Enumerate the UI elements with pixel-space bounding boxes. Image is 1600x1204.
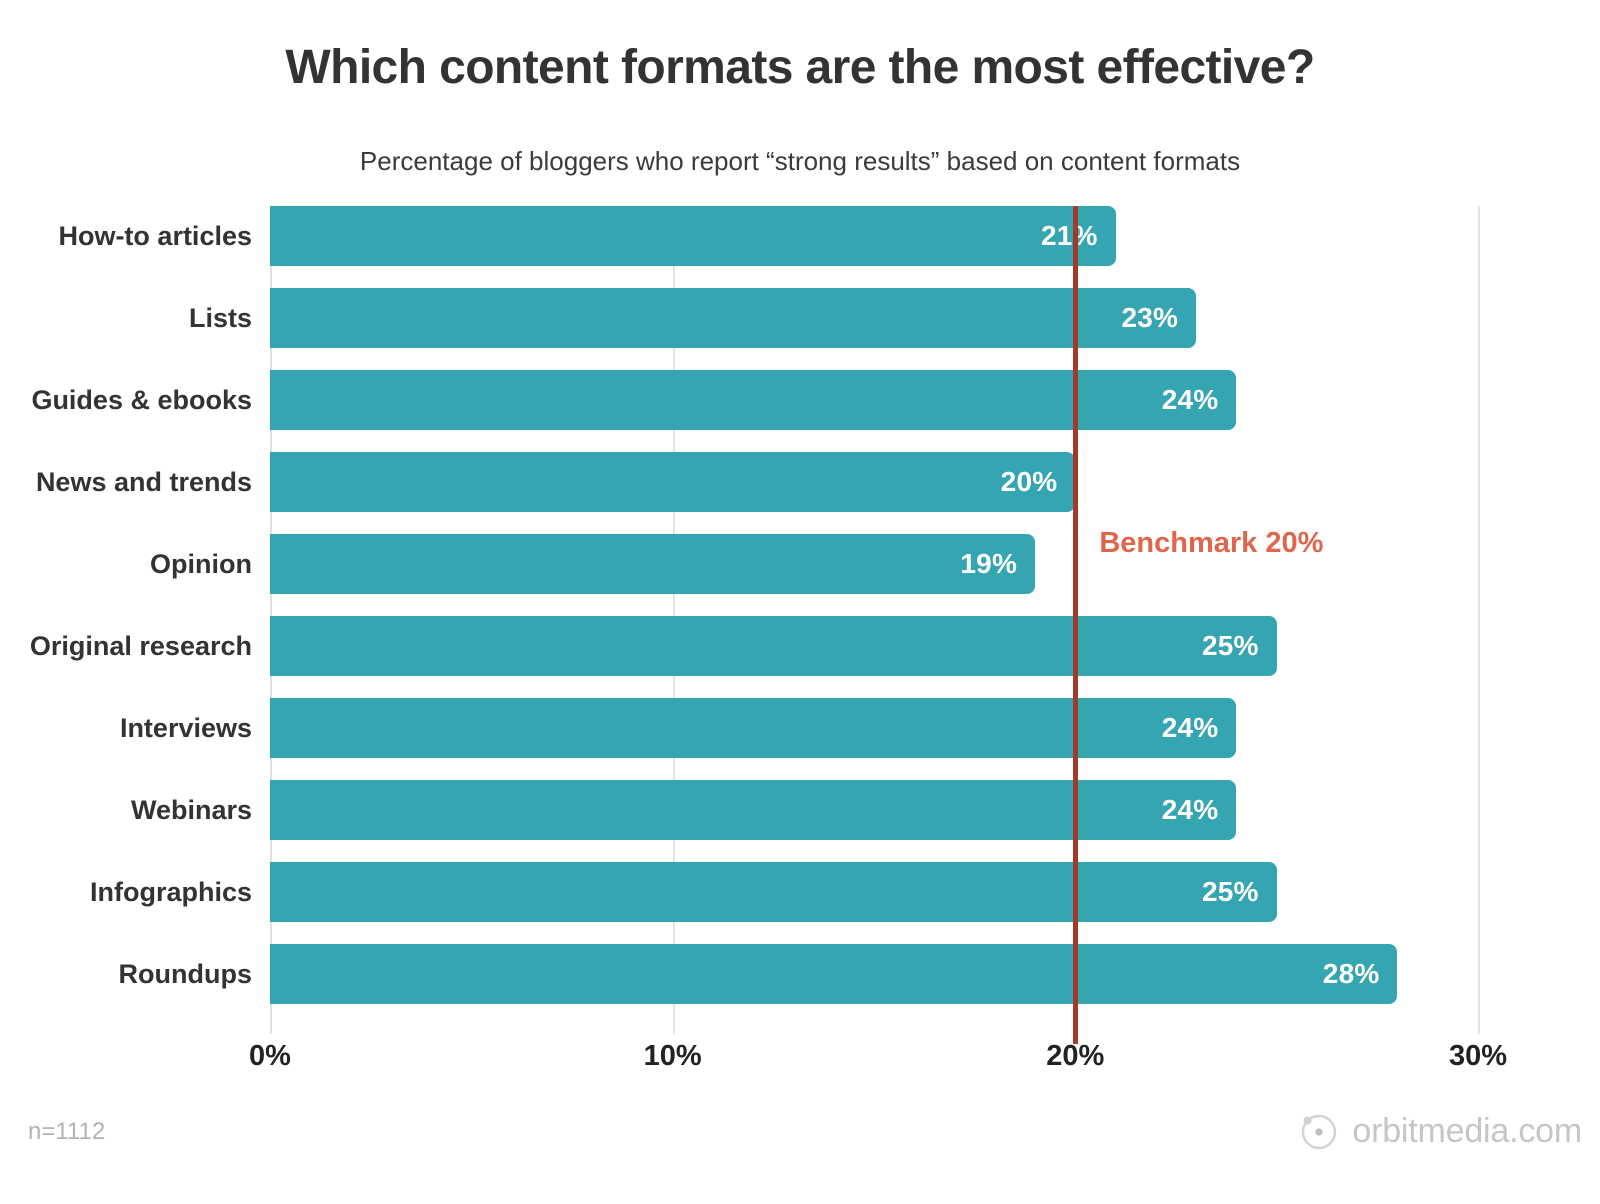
sample-size-note: n=1112 xyxy=(28,1118,106,1145)
y-axis-label-lists: Lists xyxy=(188,303,252,333)
benchmark-label: Benchmark 20% xyxy=(1099,527,1324,559)
bar-row: 28% xyxy=(270,944,1600,1004)
bar-row: 25% xyxy=(270,862,1600,922)
brand-logo: orbitmedia.com xyxy=(1296,1108,1582,1154)
bar-row: 20% xyxy=(270,452,1600,512)
bar[interactable]: 24% xyxy=(270,780,1237,840)
y-axis-label-infographics: Infographics xyxy=(89,877,252,907)
bar-value-label: 23% xyxy=(1121,302,1179,333)
x-axis-tick: 0% xyxy=(249,1040,291,1072)
x-axis-tick: 30% xyxy=(1448,1040,1508,1072)
bar[interactable]: 23% xyxy=(270,288,1197,348)
bar-value-label: 24% xyxy=(1161,794,1219,825)
y-axis-label-webinars: Webinars xyxy=(130,795,252,825)
y-axis-label-interviews: Interviews xyxy=(119,713,252,743)
bar-row: 19% xyxy=(270,534,1600,594)
y-axis-label-original-research: Original research xyxy=(29,631,252,661)
bar[interactable]: 19% xyxy=(270,534,1036,594)
bar-row: 25% xyxy=(270,616,1600,676)
x-axis-labels: 0% 10% 20% 30% xyxy=(0,1040,1600,1090)
bar-value-label: 25% xyxy=(1202,630,1259,661)
chart-subtitle: Percentage of bloggers who report “stron… xyxy=(359,146,1241,176)
bar-row: 24% xyxy=(270,698,1600,758)
y-axis-label-opinion: Opinion xyxy=(150,549,252,579)
orbit-logo-icon xyxy=(1296,1108,1342,1154)
bar[interactable]: 21% xyxy=(270,206,1116,266)
bar-row: 23% xyxy=(270,288,1600,348)
y-axis-label-roundups: Roundups xyxy=(118,959,252,989)
bar-row: 24% xyxy=(270,780,1600,840)
y-axis-label-news-and-trends: News and trends xyxy=(35,467,252,497)
x-axis-tick: 20% xyxy=(1046,1040,1105,1072)
bar-row: 24% xyxy=(270,370,1600,430)
bar-value-label: 19% xyxy=(960,548,1018,579)
bar[interactable]: 24% xyxy=(270,698,1237,758)
x-axis-tick: 10% xyxy=(643,1040,702,1072)
y-axis-labels: How-to articles Lists Guides & ebooks News … xyxy=(0,206,252,1034)
bar[interactable]: 24% xyxy=(270,370,1237,430)
page-title: Which content formats are the most effec… xyxy=(285,41,1315,94)
chart-canvas: Which content formats are the most effec… xyxy=(0,0,1600,1204)
benchmark-line xyxy=(1073,206,1079,1044)
bar-value-label: 24% xyxy=(1161,384,1219,415)
y-axis-label-guides-ebooks: Guides & ebooks xyxy=(31,385,252,415)
bar-series: 21% 23% 24% 20% 19% 25% 24% 24% 25% 28% xyxy=(270,206,1600,1034)
brand-name: orbitmedia.com xyxy=(1352,1112,1582,1150)
y-axis-label-how-to-articles: How-to articles xyxy=(58,221,252,251)
bar-value-label: 28% xyxy=(1322,958,1380,989)
bar-row: 21% xyxy=(270,206,1600,266)
bar-value-label: 25% xyxy=(1202,876,1259,907)
bar-value-label: 24% xyxy=(1161,712,1219,743)
bar[interactable]: 25% xyxy=(270,862,1277,922)
bar[interactable]: 25% xyxy=(270,616,1277,676)
bar[interactable]: 28% xyxy=(270,944,1398,1004)
bar[interactable]: 20% xyxy=(270,452,1076,512)
bar-value-label: 21% xyxy=(1040,220,1098,251)
bar-value-label: 20% xyxy=(1000,466,1058,497)
